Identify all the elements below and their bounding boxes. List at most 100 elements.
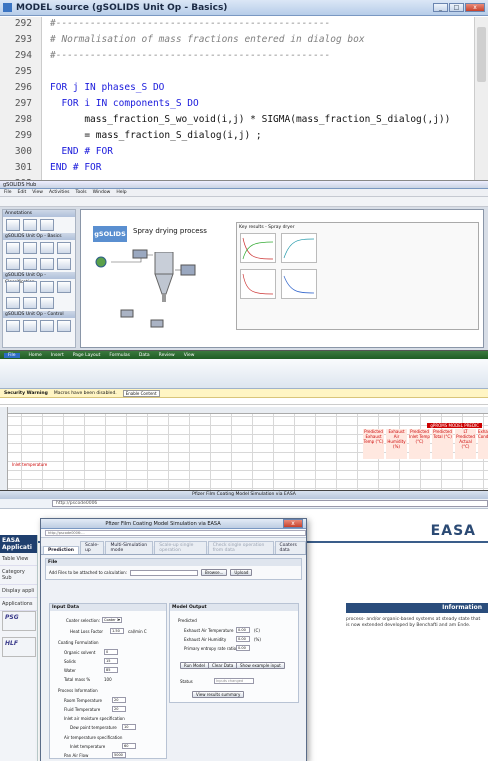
tab-multi-simulation[interactable]: Multi-Simulation mode	[105, 541, 154, 554]
water-input[interactable]: 85	[104, 667, 118, 673]
tab-page-layout[interactable]: Page Layout	[73, 353, 101, 358]
red-header-cell[interactable]: Exhaust Air Humidity (%)	[386, 429, 407, 459]
palette-icon[interactable]	[6, 258, 20, 270]
tab-view[interactable]: View	[184, 353, 195, 358]
formula-bar[interactable]	[0, 398, 488, 405]
image-card-hlf[interactable]: HLF	[2, 637, 36, 657]
code-line[interactable]: 297 FOR i IN components_S DO	[0, 95, 199, 111]
nav-item-category[interactable]: Category Sub	[0, 566, 37, 585]
nav-item-display[interactable]: Display appli	[0, 585, 37, 598]
red-header-cell[interactable]: Exhaust Condition	[478, 429, 488, 459]
image-card-psg[interactable]: PSG	[2, 611, 36, 631]
palette-icon[interactable]	[40, 258, 54, 270]
code-line[interactable]: 295	[0, 63, 50, 79]
code-line[interactable]: 299 = mass_fraction_S_dialog(i,j) ;	[0, 127, 262, 143]
palette-icon[interactable]	[6, 219, 20, 231]
red-header-cell[interactable]: LT Predicted Actual (°C)	[455, 429, 476, 459]
nav-item-applications[interactable]: Applications	[0, 598, 37, 611]
panel-control[interactable]: gSOLIDS Unit Op - Control	[3, 311, 75, 318]
tab-file[interactable]: File	[4, 352, 20, 358]
tab-insert[interactable]: Insert	[51, 353, 64, 358]
palette-icon[interactable]	[23, 281, 37, 293]
file-input[interactable]	[130, 569, 199, 576]
address-input[interactable]: http://pscode0006	[52, 500, 488, 507]
palette-icon[interactable]	[23, 320, 37, 332]
red-header-cell[interactable]: Predicted Total (°C)	[432, 429, 453, 459]
palette-icon[interactable]	[6, 297, 20, 309]
nav-item-table-view[interactable]: Table View	[0, 553, 37, 566]
palette-icon[interactable]	[40, 281, 54, 293]
heat-loss-input[interactable]: 1.50	[110, 628, 124, 634]
result-plot[interactable]	[240, 233, 276, 263]
tab-formulas[interactable]: Formulas	[109, 353, 130, 358]
palette-icon[interactable]	[6, 242, 20, 254]
tab-scale-up[interactable]: Scale-up	[80, 541, 105, 554]
dialog-close-button[interactable]: x	[283, 519, 303, 528]
palette-icon[interactable]	[40, 320, 54, 332]
palette-icon[interactable]	[23, 258, 37, 270]
red-header-cell[interactable]: Predicted Inlet Temp (°C)	[409, 429, 430, 459]
code-line[interactable]: 293 # Normalisation of mass fractions ent…	[0, 31, 365, 47]
vertical-scrollbar[interactable]	[474, 17, 488, 180]
palette-icon[interactable]	[40, 219, 54, 231]
palette-icon[interactable]	[57, 258, 71, 270]
tab-coaters-data[interactable]: Coaters data	[274, 541, 306, 554]
room-temp-input[interactable]: 20	[112, 697, 126, 703]
code-line[interactable]: 300 END # FOR	[0, 143, 113, 159]
tab-review[interactable]: Review	[159, 353, 175, 358]
code-line[interactable]: 292 #------------------------------------…	[0, 15, 330, 31]
red-header-cell[interactable]: Predicted Exhaust Temp (°C)	[363, 429, 384, 459]
minimize-button[interactable]: _	[433, 3, 448, 12]
menu-view[interactable]: View	[32, 190, 43, 195]
tab-home[interactable]: Home	[29, 353, 42, 358]
result-plot[interactable]	[281, 269, 317, 299]
palette-icon[interactable]	[23, 219, 37, 231]
result-plot[interactable]	[240, 269, 276, 299]
dialog-url[interactable]: http://pscode0006:...	[45, 530, 306, 536]
palette-icon[interactable]	[6, 320, 20, 332]
palette-icon[interactable]	[57, 320, 71, 332]
tab-scale-up-single[interactable]: Scale-up single operation	[154, 541, 207, 554]
menu-help[interactable]: Help	[116, 190, 126, 195]
menu-window[interactable]: Window	[93, 190, 111, 195]
menu-tools[interactable]: Tools	[75, 190, 86, 195]
upload-button[interactable]: Upload	[230, 569, 253, 576]
close-button[interactable]: x	[465, 3, 485, 12]
tab-check-single[interactable]: Check single operation from data	[207, 541, 274, 554]
coater-select[interactable]: Coater 1	[102, 617, 122, 623]
palette-icon[interactable]	[57, 242, 71, 254]
pan-air-flow-input[interactable]: 5000	[112, 752, 126, 758]
code-line[interactable]: 296 FOR j IN phases_S DO	[0, 79, 165, 95]
panel-basics[interactable]: gSOLIDS Unit Op - Basics	[3, 233, 75, 240]
menu-edit[interactable]: Edit	[18, 190, 27, 195]
maximize-button[interactable]: □	[449, 3, 464, 12]
menu-file[interactable]: File	[4, 190, 12, 195]
result-plot[interactable]	[281, 233, 317, 263]
clear-data-button[interactable]: Clear Data	[208, 662, 238, 669]
tab-data[interactable]: Data	[139, 353, 150, 358]
palette-icon[interactable]	[23, 242, 37, 254]
tab-prediction[interactable]: Prediction	[43, 546, 79, 554]
code-line[interactable]: 294 #------------------------------------…	[0, 47, 330, 63]
code-editor[interactable]: 292 #------------------------------------…	[0, 17, 474, 180]
palette-icon[interactable]	[57, 281, 71, 293]
code-line[interactable]: 301 END # FOR	[0, 159, 102, 175]
scrollbar-thumb[interactable]	[477, 27, 486, 82]
palette-icon[interactable]	[40, 242, 54, 254]
panel-annotations[interactable]: Annotations	[3, 210, 75, 217]
organic-solvent-input[interactable]: 0	[104, 649, 118, 655]
panel-classification[interactable]: gSOLIDS Unit Op - Classification	[3, 272, 75, 285]
spreadsheet-grid[interactable]: gPROMS MODEL PREDIC Predicted Exhaust Te…	[0, 407, 488, 490]
palette-icon[interactable]	[6, 281, 20, 293]
solids-input[interactable]: 15	[104, 658, 118, 664]
run-model-button[interactable]: Run Model	[180, 662, 209, 669]
code-line[interactable]: 298 mass_fraction_S_wo_void(i,j) * SIGMA…	[0, 111, 451, 127]
enable-content-button[interactable]: Enable Content	[122, 389, 160, 397]
browse-button[interactable]: Browse...	[201, 569, 228, 576]
inlet-temp-input[interactable]: 60	[122, 743, 136, 749]
flowsheet-canvas[interactable]: gSOLIDS Spray drying process Key results…	[80, 209, 484, 348]
dew-point-input[interactable]: 10	[122, 724, 136, 730]
menu-activities[interactable]: Activities	[49, 190, 70, 195]
palette-icon[interactable]	[40, 297, 54, 309]
palette-icon[interactable]	[23, 297, 37, 309]
